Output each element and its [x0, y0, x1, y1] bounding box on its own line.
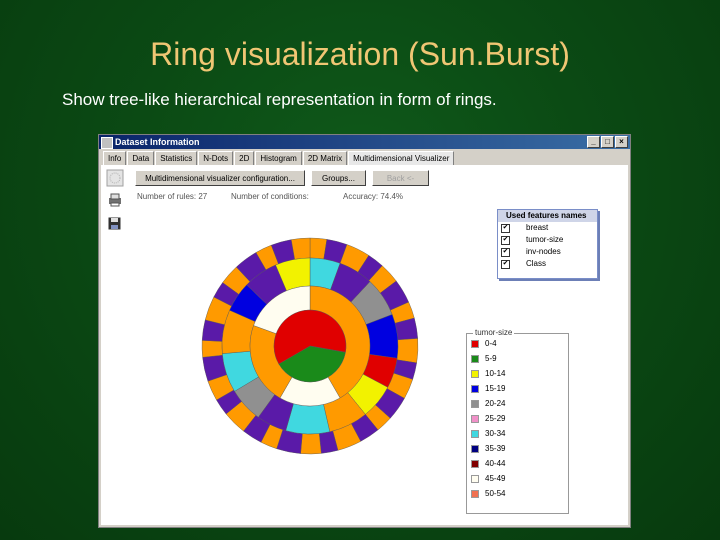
legend-item: 30-34	[471, 429, 505, 439]
window-titlebar: Dataset Information _ □ ×	[99, 135, 630, 149]
sunburst-segment[interactable]	[300, 433, 322, 455]
legend-item: 15-19	[471, 384, 505, 394]
feature-item[interactable]: ✔ Class	[498, 258, 597, 270]
legend-label: 35-39	[485, 444, 506, 453]
legend-item: 40-44	[471, 459, 505, 469]
legend-label: 30-34	[485, 429, 506, 438]
window-title: Dataset Information	[115, 137, 200, 147]
legend-item: 20-24	[471, 399, 505, 409]
sunburst-segment[interactable]	[396, 338, 419, 364]
legend-swatch	[471, 489, 479, 498]
legend-label: 20-24	[485, 399, 506, 408]
legend-swatch	[471, 369, 479, 378]
tab-n-dots[interactable]: N-Dots	[198, 151, 234, 165]
back-button[interactable]: Back <-	[372, 170, 429, 186]
legend-label: 0-4	[485, 339, 497, 348]
close-button[interactable]: ×	[615, 136, 628, 148]
sunburst-chart[interactable]	[200, 236, 420, 456]
tab-statistics[interactable]: Statistics	[155, 151, 198, 165]
tab-2d[interactable]: 2D	[234, 151, 255, 165]
minimize-button[interactable]: _	[587, 136, 600, 148]
legend-title: tumor-size	[473, 328, 515, 337]
slide-title: Ring visualization (Sun.Burst)	[150, 36, 570, 72]
select-tool-icon[interactable]	[106, 169, 124, 187]
feature-item[interactable]: ✔ breast	[498, 222, 597, 234]
legend-label: 50-54	[485, 489, 506, 498]
visualizer-config-button[interactable]: Multidimensional visualizer configuratio…	[135, 170, 305, 186]
legend-swatch	[471, 399, 479, 408]
tab-multidimensional-visualizer[interactable]: Multidimensional Visualizer	[348, 151, 455, 165]
legend-item: 5-9	[471, 354, 497, 364]
checkbox-checked-icon[interactable]: ✔	[501, 248, 510, 257]
tab-bar: Info Data Statistics N-Dots 2D Histogram…	[103, 151, 455, 165]
used-features-panel: Used features names ✔ breast ✔ tumor-size …	[497, 209, 598, 279]
legend-swatch	[471, 429, 479, 438]
tab-data[interactable]: Data	[127, 151, 155, 165]
groups-button[interactable]: Groups...	[311, 170, 366, 186]
legend-item: 10-14	[471, 369, 505, 379]
legend-label: 15-19	[485, 384, 506, 393]
sunburst-segment[interactable]	[201, 340, 223, 358]
feature-item[interactable]: ✔ tumor-size	[498, 234, 597, 246]
legend-item: 0-4	[471, 339, 497, 349]
legend-swatch	[471, 354, 479, 363]
maximize-button[interactable]: □	[601, 136, 614, 148]
legend-item: 50-54	[471, 489, 505, 499]
legend-item: 35-39	[471, 444, 505, 454]
checkbox-checked-icon[interactable]: ✔	[501, 260, 510, 269]
tumor-size-legend: tumor-size 0-4 5-9 10-14 15-19 20-24 25-29 30-…	[466, 328, 569, 514]
legend-label: 5-9	[485, 354, 497, 363]
legend-swatch	[471, 474, 479, 483]
tab-info[interactable]: Info	[103, 151, 127, 165]
used-features-title: Used features names	[498, 210, 597, 222]
sunburst-segment[interactable]	[291, 237, 311, 260]
checkbox-checked-icon[interactable]: ✔	[501, 236, 510, 245]
legend-swatch	[471, 414, 479, 423]
legend-label: 45-49	[485, 474, 506, 483]
app-icon	[101, 137, 113, 149]
tab-2d-matrix[interactable]: 2D Matrix	[302, 151, 348, 165]
legend-label: 40-44	[485, 459, 506, 468]
legend-swatch	[471, 459, 479, 468]
legend-swatch	[471, 384, 479, 393]
legend-label: 25-29	[485, 414, 506, 423]
printer-icon[interactable]	[107, 193, 125, 211]
legend-label: 10-14	[485, 369, 506, 378]
accuracy-value: Accuracy: 74.4%	[343, 192, 404, 201]
tab-histogram[interactable]: Histogram	[255, 151, 302, 165]
rules-count: Number of rules: 27	[137, 192, 208, 201]
feature-item[interactable]: ✔ inv-nodes	[498, 246, 597, 258]
legend-swatch	[471, 339, 479, 348]
slide-subtitle: Show tree-like hierarchical representati…	[62, 90, 497, 109]
save-disk-icon[interactable]	[108, 217, 126, 235]
conditions-count: Number of conditions:	[231, 192, 309, 201]
legend-item: 25-29	[471, 414, 505, 424]
legend-swatch	[471, 444, 479, 453]
checkbox-checked-icon[interactable]: ✔	[501, 224, 510, 233]
legend-item: 45-49	[471, 474, 505, 484]
